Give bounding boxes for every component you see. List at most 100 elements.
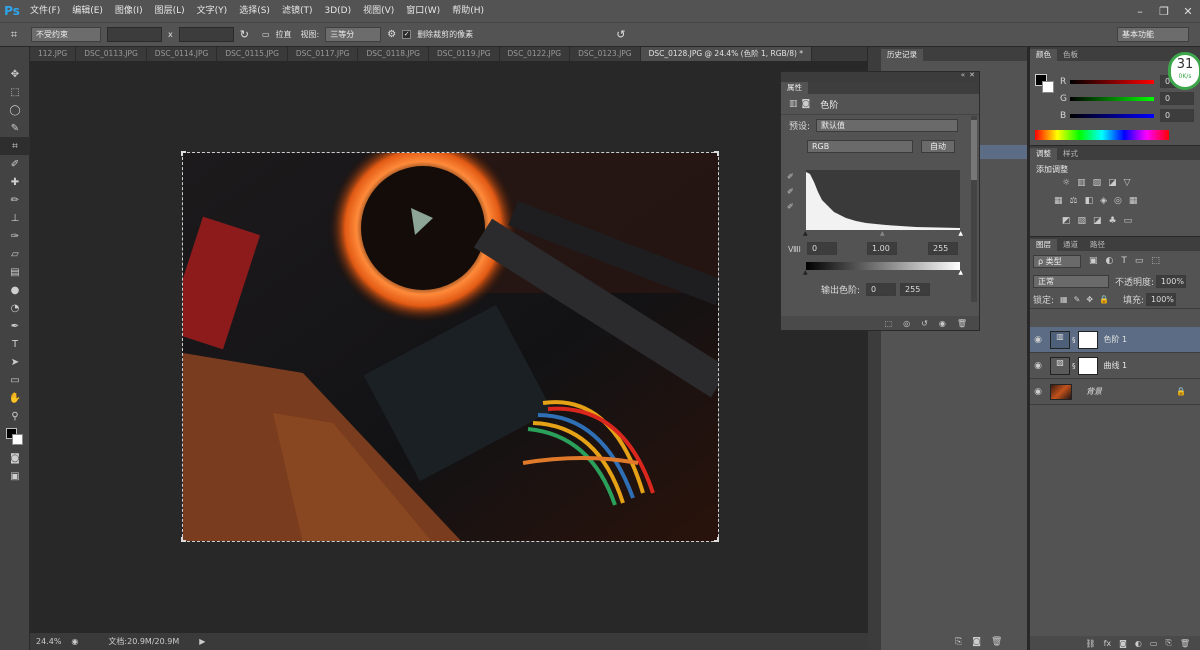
input-gamma-field[interactable]: 1.00 (867, 242, 897, 255)
posterize-icon[interactable]: ▧ (1078, 216, 1087, 226)
quick-select-tool-icon[interactable]: ✎ (0, 119, 30, 137)
r-slider[interactable] (1070, 79, 1154, 84)
lock-pixels-icon[interactable]: ✎ (1074, 295, 1081, 304)
output-black-handle[interactable]: ▲ (803, 269, 808, 276)
layer-name[interactable]: 曲线 1 (1104, 360, 1128, 371)
minimize-button[interactable]: – (1128, 0, 1152, 22)
delete-state-icon[interactable]: 🗑 (991, 637, 1002, 647)
link-layers-icon[interactable]: ⛓ (1085, 639, 1095, 648)
tab-adjustments[interactable]: 调整 (1030, 148, 1057, 160)
tab-styles[interactable]: 样式 (1057, 148, 1084, 160)
tab-swatches[interactable]: 色板 (1057, 49, 1084, 61)
filter-pixel-icon[interactable]: ▣ (1089, 256, 1098, 266)
output-slider[interactable]: ▲ ▲ (803, 269, 963, 276)
new-adjustment-icon[interactable]: ◐ (1135, 639, 1142, 648)
workspace-dropdown[interactable]: 基本功能 (1117, 27, 1189, 42)
menu-help[interactable]: 帮助(H) (446, 0, 490, 22)
properties-titlebar[interactable]: « ✕ (781, 71, 979, 82)
preset-dropdown[interactable]: 默认值 (816, 118, 959, 132)
width-field[interactable] (107, 27, 162, 42)
speed-widget[interactable]: 31 0K/s (1168, 52, 1200, 90)
dodge-tool-icon[interactable]: ◔ (0, 299, 30, 317)
filter-adjust-icon[interactable]: ◐ (1106, 256, 1114, 266)
black-eyedropper-icon[interactable]: ✐ (787, 172, 794, 181)
clipping-icon[interactable]: ⅧⅠ (788, 245, 801, 254)
layer-name[interactable]: 背景 (1086, 386, 1102, 397)
view-dropdown[interactable]: 三等分 (325, 27, 382, 42)
menu-filter[interactable]: 滤镜(T) (276, 0, 319, 22)
selective-color-icon[interactable]: ♣ (1109, 216, 1117, 226)
straighten-icon[interactable]: ▭ (262, 30, 270, 39)
crop-tool-icon[interactable]: ⌗ (0, 137, 30, 155)
eyedropper-tool-icon[interactable]: ✐ (0, 155, 30, 173)
tab-doc-0128[interactable]: DSC_0128.JPG @ 24.4% (色阶 1, RGB/8) * (640, 47, 813, 61)
layer-curves[interactable]: ◉ ▨ § 曲线 1 (1030, 353, 1200, 379)
clip-to-layer-icon[interactable]: ⬚ (885, 319, 893, 328)
tab-properties[interactable]: 属性 (781, 82, 808, 94)
delete-cropped-checkbox[interactable]: ✓ (402, 30, 412, 39)
layer-name[interactable]: 色阶 1 (1104, 334, 1128, 345)
crop-handle-tr[interactable] (714, 151, 719, 156)
new-layer-icon[interactable]: ⎘ (1165, 638, 1171, 648)
crop-tool-preset-icon[interactable]: ⌗ (0, 28, 28, 42)
lock-transparent-icon[interactable]: ▦ (1060, 295, 1068, 304)
tab-color[interactable]: 颜色 (1030, 49, 1057, 61)
gradient-map-icon[interactable]: ▭ (1124, 216, 1133, 226)
hue-sat-icon[interactable]: ▦ (1054, 196, 1063, 206)
bg-color-swatch[interactable] (1042, 81, 1054, 93)
filter-smart-icon[interactable]: ⬚ (1151, 256, 1160, 266)
ratio-dropdown[interactable]: 不受约束 (31, 27, 101, 42)
menu-image[interactable]: 图像(I) (109, 0, 149, 22)
tab-doc-112[interactable]: 112.JPG (30, 47, 77, 61)
levels-icon[interactable]: ▥ (1077, 178, 1086, 188)
type-tool-icon[interactable]: T (0, 335, 30, 353)
tab-doc-0113[interactable]: DSC_0113.JPG (76, 47, 147, 61)
history-selected-row[interactable] (980, 145, 1027, 159)
crop-handle-bl[interactable] (181, 537, 186, 542)
background-color[interactable] (12, 434, 23, 445)
snapshot-icon[interactable]: ◙ (972, 637, 981, 647)
reset-icon[interactable]: ↺ (921, 319, 928, 328)
crop-handle-tl[interactable] (181, 151, 186, 156)
properties-scrollbar[interactable] (971, 116, 977, 302)
output-white-handle[interactable]: ▲ (958, 269, 963, 276)
straighten-label[interactable]: 拉直 (276, 29, 292, 40)
zoom-level[interactable]: 24.4% (36, 637, 61, 646)
filter-shape-icon[interactable]: ▭ (1135, 256, 1144, 266)
white-eyedropper-icon[interactable]: ✐ (787, 202, 794, 211)
eraser-tool-icon[interactable]: ▱ (0, 245, 30, 263)
menu-view[interactable]: 视图(V) (357, 0, 400, 22)
eye-icon[interactable]: ◉ (1030, 387, 1046, 397)
tab-layers[interactable]: 图层 (1030, 239, 1057, 251)
channel-mixer-icon[interactable]: ◎ (1114, 196, 1122, 206)
blur-tool-icon[interactable]: ● (0, 281, 30, 299)
shape-tool-icon[interactable]: ▭ (0, 371, 30, 389)
layer-mask-thumb[interactable] (1077, 356, 1098, 375)
exposure-icon[interactable]: ◪ (1108, 178, 1117, 188)
tab-doc-0115[interactable]: DSC_0115.JPG (217, 47, 288, 61)
mask-icon[interactable]: ◙ (802, 99, 811, 109)
lock-position-icon[interactable]: ✥ (1086, 295, 1093, 304)
view-previous-icon[interactable]: ◎ (903, 319, 910, 328)
b-slider[interactable] (1070, 113, 1154, 118)
lock-all-icon[interactable]: 🔒 (1099, 295, 1109, 304)
panel-close-icon[interactable]: ✕ (969, 71, 975, 79)
height-field[interactable] (178, 27, 234, 42)
new-doc-from-state-icon[interactable]: ⎘ (955, 637, 962, 647)
menu-select[interactable]: 选择(S) (233, 0, 276, 22)
gray-eyedropper-icon[interactable]: ✐ (787, 187, 794, 196)
tab-doc-0118[interactable]: DSC_0118.JPG (358, 47, 429, 61)
b-field[interactable]: 0 (1160, 109, 1194, 122)
tab-paths[interactable]: 路径 (1084, 239, 1111, 251)
lasso-tool-icon[interactable]: ◯ (0, 101, 30, 119)
visibility-icon[interactable]: ◉ (939, 319, 946, 328)
add-mask-icon[interactable]: ◙ (1119, 639, 1127, 648)
tab-doc-0122[interactable]: DSC_0122.JPG (500, 47, 571, 61)
color-lookup-icon[interactable]: ▦ (1129, 196, 1138, 206)
path-select-tool-icon[interactable]: ➤ (0, 353, 30, 371)
menu-window[interactable]: 窗口(W) (400, 0, 446, 22)
zoom-tool-icon[interactable]: ⚲ (0, 407, 30, 425)
scrollbar-thumb[interactable] (971, 120, 977, 180)
auto-button[interactable]: 自动 (921, 139, 955, 153)
menu-3d[interactable]: 3D(D) (318, 0, 357, 22)
